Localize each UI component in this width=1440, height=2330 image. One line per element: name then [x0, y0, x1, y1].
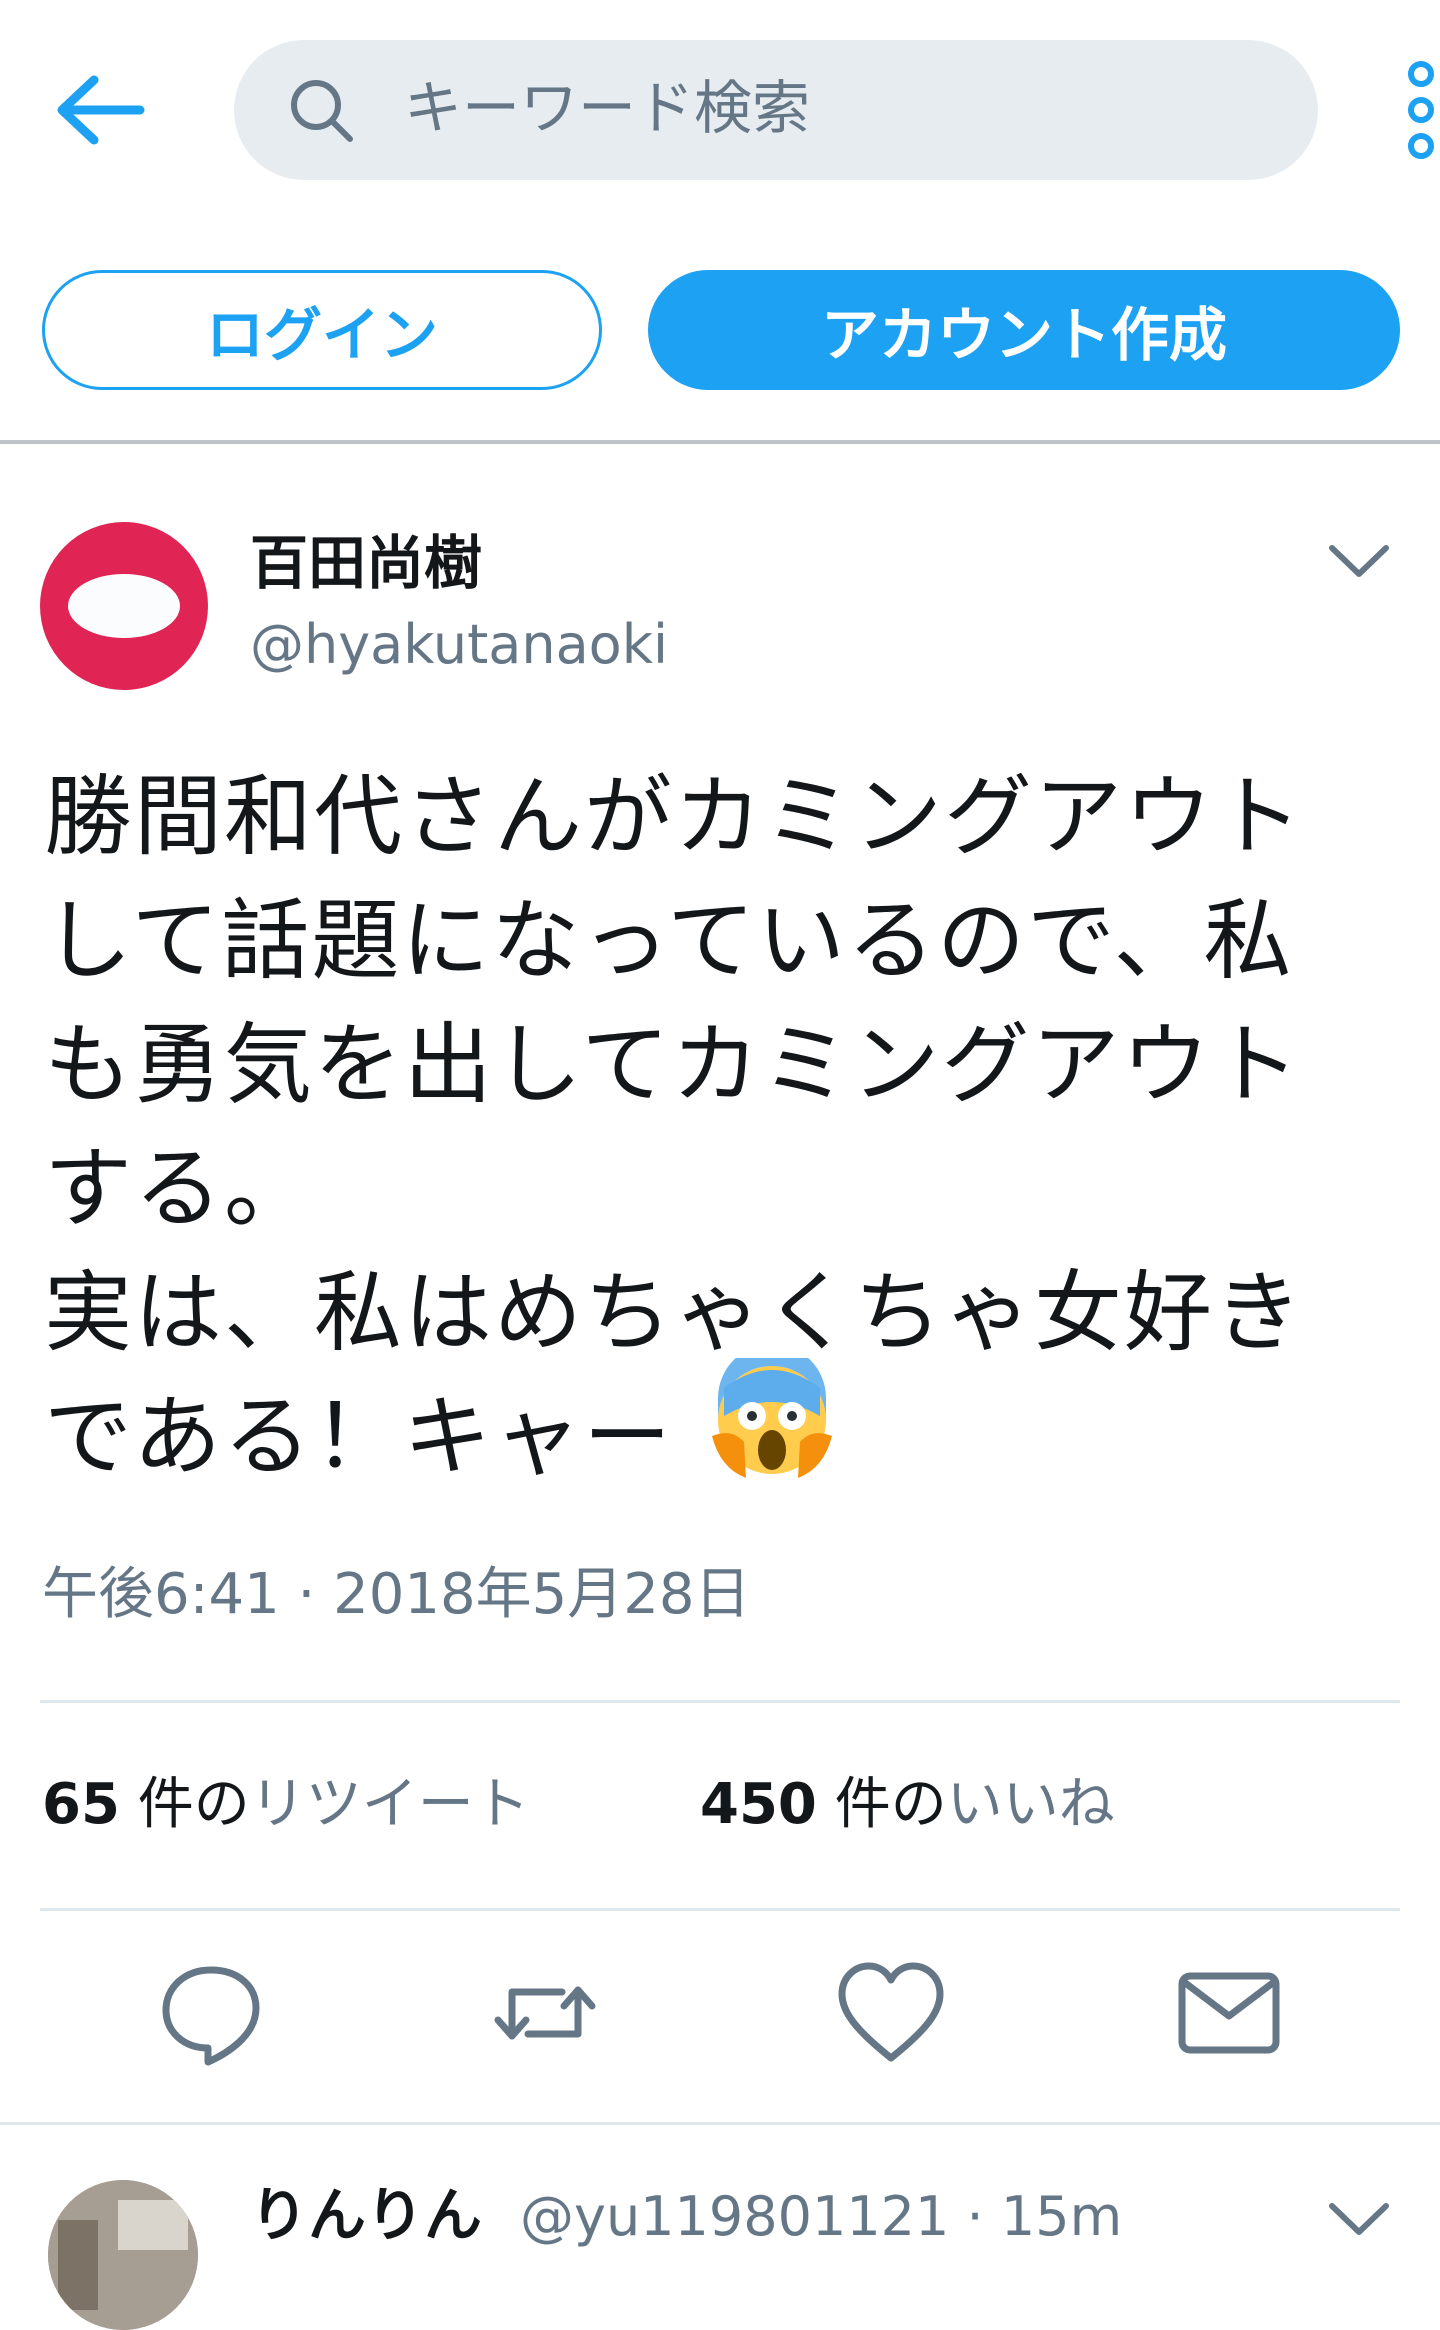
back-arrow-icon[interactable] — [50, 70, 150, 150]
divider — [40, 1700, 1400, 1703]
screaming-face-emoji-icon — [710, 1344, 834, 1482]
header-divider — [0, 440, 1440, 444]
search-input[interactable]: キーワード検索 — [234, 40, 1318, 180]
signup-button[interactable]: アカウント作成 — [648, 270, 1400, 390]
retweet-count-number: 65 — [42, 1772, 120, 1837]
tweet-timestamp[interactable]: 午後6:41 · 2018年5月28日 — [42, 1560, 751, 1630]
login-button[interactable]: ログイン — [42, 270, 602, 390]
retweet-count-unit: 件の — [119, 1772, 250, 1837]
chevron-down-icon[interactable] — [1326, 536, 1392, 586]
chevron-down-icon[interactable] — [1326, 2194, 1392, 2244]
avatar[interactable] — [40, 522, 208, 690]
search-icon — [286, 75, 356, 145]
like-count-label: いいね — [946, 1772, 1115, 1837]
heart-icon[interactable] — [836, 1958, 946, 2068]
envelope-icon[interactable] — [1174, 1958, 1284, 2068]
author-name[interactable]: りんりん — [250, 2180, 482, 2250]
like-count-unit: 件の — [816, 1772, 947, 1837]
like-count[interactable]: 450 件のいいね — [700, 1770, 1115, 1840]
author-name[interactable]: 百田尚樹 — [250, 528, 482, 598]
retweet-icon[interactable] — [490, 1958, 600, 2068]
reply-icon[interactable] — [156, 1958, 266, 2068]
divider — [40, 1908, 1400, 1911]
vertical-dots-icon[interactable] — [1402, 60, 1440, 160]
retweet-count[interactable]: 65 件のリツイート — [42, 1770, 530, 1840]
author-handle[interactable]: @hyakutanaoki — [250, 612, 668, 678]
retweet-count-label: リツイート — [249, 1772, 530, 1837]
avatar-logo-shape — [68, 574, 180, 638]
divider — [0, 2122, 1440, 2125]
avatar[interactable] — [48, 2180, 198, 2330]
like-count-number: 450 — [700, 1772, 817, 1837]
search-placeholder: キーワード検索 — [404, 74, 811, 142]
author-handle-and-time[interactable]: @yu119801121 · 15m — [520, 2184, 1122, 2250]
